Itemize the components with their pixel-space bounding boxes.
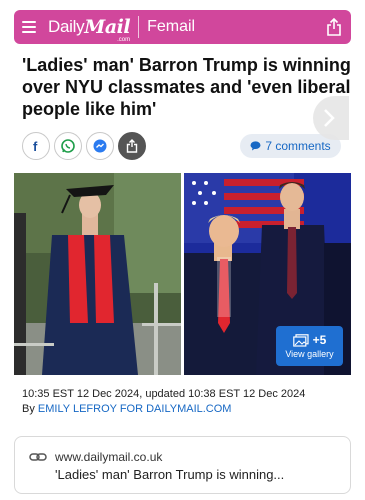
section-label[interactable]: Femail	[147, 18, 195, 36]
link-icon	[29, 453, 47, 461]
header-divider	[138, 16, 140, 38]
logo-mail: Mail	[84, 16, 131, 38]
comment-bubble-icon	[250, 141, 261, 151]
view-gallery-button[interactable]: +5 View gallery	[276, 326, 343, 366]
logo-daily: Daily	[48, 17, 85, 36]
link-preview-card[interactable]: www.dailymail.co.uk 'Ladies' man' Barron…	[14, 436, 351, 494]
article-timestamp: 10:35 EST 12 Dec 2024, updated 10:38 EST…	[22, 388, 306, 400]
gallery-next-button[interactable]	[313, 96, 349, 140]
view-gallery-label: View gallery	[285, 349, 334, 359]
link-domain: www.dailymail.co.uk	[55, 450, 163, 464]
svg-text:f: f	[33, 139, 38, 153]
messenger-icon	[93, 139, 107, 153]
share-bar: f	[22, 132, 146, 160]
site-logo[interactable]: Daily Mail .com	[44, 10, 131, 44]
header-share-button[interactable]	[317, 10, 351, 44]
facebook-share-button[interactable]: f	[22, 132, 50, 160]
more-share-button[interactable]	[118, 132, 146, 160]
whatsapp-share-button[interactable]	[54, 132, 82, 160]
chevron-right-icon	[324, 109, 335, 127]
article-headline: 'Ladies' man' Barron Trump is winning ov…	[22, 55, 351, 119]
whatsapp-icon	[61, 139, 75, 153]
gallery-count: +5	[312, 333, 327, 347]
graduation-image	[14, 173, 181, 375]
share-icon	[126, 139, 138, 153]
menu-button[interactable]	[14, 10, 44, 44]
byline-author-link[interactable]: EMILY LEFROY FOR DAILYMAIL.COM	[38, 403, 232, 415]
comments-count: 7 comments	[265, 139, 331, 153]
share-icon	[327, 18, 341, 36]
graduation-photo[interactable]	[14, 173, 181, 375]
logo-com: .com	[117, 37, 131, 43]
link-title: 'Ladies' man' Barron Trump is winning...	[55, 467, 285, 482]
hamburger-icon	[22, 21, 36, 33]
facebook-icon: f	[33, 139, 38, 153]
gallery-icon	[292, 333, 309, 347]
messenger-share-button[interactable]	[86, 132, 114, 160]
top-bar: Daily Mail .com Femail	[14, 10, 351, 44]
byline-prefix: By	[22, 403, 38, 415]
article-byline: By EMILY LEFROY FOR DAILYMAIL.COM	[22, 403, 231, 415]
